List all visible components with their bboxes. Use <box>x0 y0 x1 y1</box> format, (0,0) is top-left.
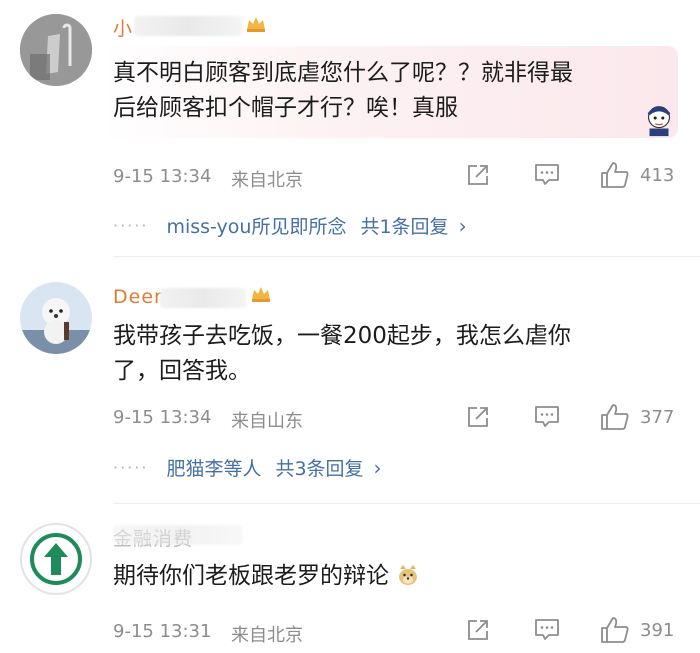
divider <box>113 256 700 257</box>
share-button[interactable] <box>465 617 491 643</box>
comment-icon <box>535 619 559 640</box>
up-arrow-logo-icon <box>30 533 82 585</box>
share-icon <box>468 620 488 640</box>
like-button[interactable]: 377 <box>600 403 674 431</box>
comment-1: 小 真不明白顾客到底虐您什么了呢？？就非得最 后给顾客扣个帽子才行？唉！真服 9… <box>0 0 700 255</box>
thumbs-up-icon <box>601 162 629 188</box>
username-blur <box>134 16 242 36</box>
comment-location: 来自山东 <box>231 411 303 432</box>
chevron-right-icon: › <box>373 455 382 480</box>
comment-text-line: 了，回答我。 <box>113 358 251 384</box>
thumbs-up-icon <box>601 404 629 430</box>
comment-text-line: 期待你们老板跟老罗的辩论 <box>113 563 389 589</box>
comment-time: 9-15 13:31 <box>113 621 212 642</box>
avatar-dog-image <box>20 282 92 354</box>
doge-emoji-icon <box>399 565 418 585</box>
comment-text-line: 后给顾客扣个帽子才行？唉！真服 <box>113 95 458 121</box>
avatar[interactable] <box>20 282 92 354</box>
avatar[interactable] <box>20 14 92 86</box>
reply-users: miss-you所见即所念 <box>166 216 347 238</box>
comment-icon <box>535 406 559 427</box>
comment-text: 真不明白顾客到底虐您什么了呢？？就非得最 后给顾客扣个帽子才行？唉！真服 <box>113 56 673 126</box>
username[interactable]: Deer <box>113 286 163 308</box>
comment-text-line: 真不明白顾客到底虐您什么了呢？？就非得最 <box>113 60 573 86</box>
vip-crown-icon <box>252 287 270 302</box>
like-count: 413 <box>640 164 675 186</box>
share-icon <box>468 407 488 427</box>
comment-3: 金融消费 期待你们老板跟老罗的辩论 9-15 13:31 来自北京 391 <box>0 505 700 653</box>
share-button[interactable] <box>465 404 491 430</box>
sticker-icon <box>647 106 671 137</box>
chevron-right-icon: › <box>458 213 467 238</box>
like-count: 391 <box>640 619 675 641</box>
username[interactable]: 小 <box>113 14 133 41</box>
comment-time: 9-15 13:34 <box>113 166 212 187</box>
share-button[interactable] <box>465 162 491 188</box>
comment-text-line: 我带孩子去吃饭，一餐200起步，我怎么虐你 <box>113 323 571 349</box>
share-icon <box>468 165 488 185</box>
reply-users: 肥猫李等人 <box>166 458 262 480</box>
thumbs-up-icon <box>601 617 629 643</box>
divider <box>113 503 700 504</box>
comment-button[interactable] <box>533 162 561 188</box>
username-blur <box>160 288 246 308</box>
like-button[interactable]: 413 <box>600 161 674 189</box>
reply-dots: ····· <box>113 216 149 235</box>
username-blur <box>113 525 243 545</box>
comment-button[interactable] <box>533 404 561 430</box>
comment-location: 来自北京 <box>231 170 303 191</box>
reply-summary[interactable]: ····· miss-you所见即所念 共1条回复 › <box>113 212 467 239</box>
reply-dots: ····· <box>113 458 149 477</box>
comment-text: 期待你们老板跟老罗的辩论 <box>113 559 673 594</box>
reply-count: 共1条回复 <box>360 216 449 238</box>
comment-button[interactable] <box>533 617 561 643</box>
reply-count: 共3条回复 <box>275 458 364 480</box>
reply-summary[interactable]: ····· 肥猫李等人 共3条回复 › <box>113 454 382 481</box>
comment-icon <box>535 164 559 185</box>
comment-text: 我带孩子去吃饭，一餐200起步，我怎么虐你 了，回答我。 <box>113 319 673 389</box>
avatar-umbrella-image <box>20 14 92 86</box>
like-button[interactable]: 391 <box>600 616 674 644</box>
vip-crown-icon <box>247 17 265 32</box>
like-count: 377 <box>640 406 675 428</box>
comment-location: 来自北京 <box>231 625 303 646</box>
avatar[interactable] <box>20 523 92 595</box>
comment-time: 9-15 13:34 <box>113 407 212 428</box>
comment-2: Deer 我带孩子去吃饭，一餐200起步，我怎么虐你 了，回答我。 9-15 1… <box>0 262 700 502</box>
